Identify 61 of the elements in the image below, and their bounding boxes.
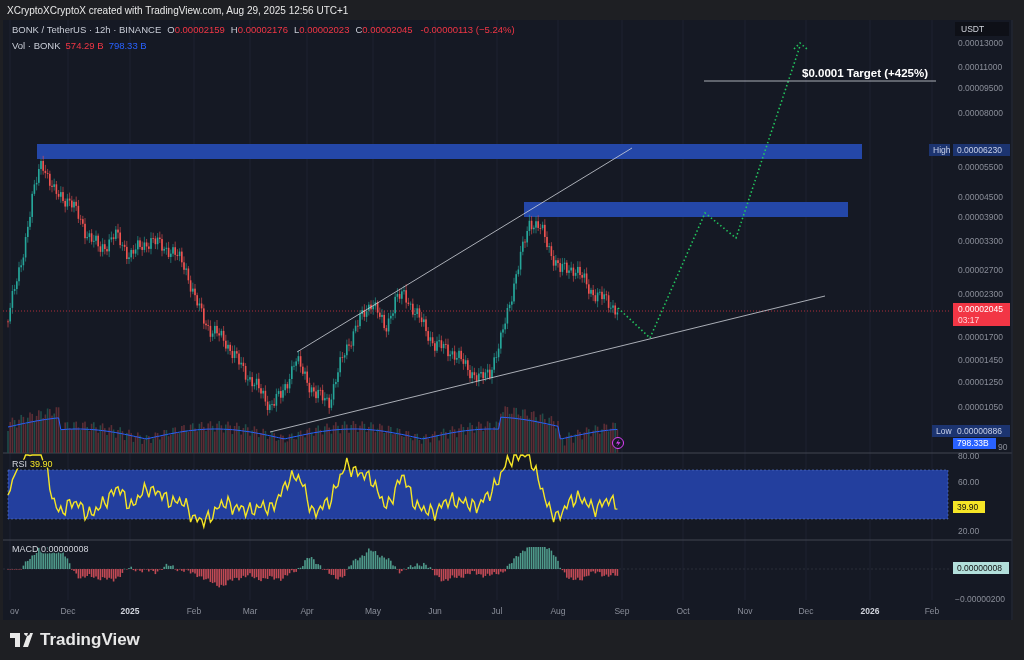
time-axis-label: 2026 bbox=[860, 606, 880, 616]
brand-name: TradingView bbox=[40, 629, 140, 652]
price-label: 0.00001450 bbox=[958, 355, 1003, 366]
time-axis-label: May bbox=[364, 606, 382, 616]
time-axis-label: 2025 bbox=[120, 606, 140, 616]
time-axis-label: Jul bbox=[491, 606, 503, 616]
snapshot-caption: XCryptoXCryptoX created with TradingView.com, Aug 29, 2025 12:56 UTC+1 bbox=[7, 3, 349, 18]
time-axis-label: Aug bbox=[550, 606, 566, 616]
ohlc-reading: L0.00002023 bbox=[293, 23, 350, 37]
currency-label[interactable]: USDT bbox=[961, 24, 985, 34]
time-axis-label: Apr bbox=[300, 606, 314, 616]
price-change: -0.00000113 (−5.24%) bbox=[420, 23, 515, 37]
rsi-axis-label: 80.00 bbox=[958, 451, 980, 461]
volume-tag: 798.33B bbox=[953, 438, 996, 449]
time-axis-label: Jun bbox=[428, 606, 442, 616]
price-label: 0.00001700 bbox=[958, 332, 1003, 343]
price-label: 0.00008000 bbox=[958, 108, 1003, 119]
price-label: 0.00005500 bbox=[958, 162, 1003, 173]
price-label: 0.00009500 bbox=[958, 83, 1003, 94]
level-value: 0.00006230 bbox=[953, 144, 1010, 156]
price-label: 0.00001250 bbox=[958, 376, 1003, 387]
level-value: 0.00000886 bbox=[953, 425, 1010, 437]
target-label: $0.0001 Target (+425%) bbox=[802, 67, 929, 79]
macd-axis-label: −0.00000200 bbox=[955, 594, 1005, 604]
time-axis-label: Mar bbox=[242, 606, 258, 616]
level-tag: Low bbox=[932, 425, 953, 437]
symbol-title: BONK / TetherUS · 12h · BINANCE bbox=[12, 23, 162, 37]
tradingview-logo-icon bbox=[10, 633, 34, 647]
macd-label: MACD bbox=[12, 544, 39, 554]
rsi-tag: 39.90 bbox=[953, 501, 985, 513]
time-axis-label: ov bbox=[10, 606, 19, 616]
rsi-axis-label: 60.00 bbox=[958, 477, 980, 487]
lightning-icon[interactable] bbox=[612, 437, 624, 449]
time-axis-label: Feb bbox=[924, 606, 940, 616]
price-label: 0.00002700 bbox=[958, 265, 1003, 276]
bar-countdown: 03:17 bbox=[958, 315, 980, 325]
time-axis-label: Nov bbox=[737, 606, 753, 616]
time-axis-label: Dec bbox=[798, 606, 814, 616]
price-label: 0.00001050 bbox=[958, 402, 1003, 413]
price-label: 0.00003900 bbox=[958, 212, 1003, 223]
rsi-axis-label: 20.00 bbox=[958, 526, 980, 536]
macd-tag: 0.00000008 bbox=[953, 562, 1009, 574]
time-axis-label: Sep bbox=[614, 606, 630, 616]
level-tag: High bbox=[929, 144, 951, 156]
price-label: 0.00003300 bbox=[958, 236, 1003, 247]
ohlc-reading: O0.00002159 bbox=[167, 23, 225, 37]
volume-value: 798.33 B bbox=[108, 39, 147, 54]
price-label: 0.00004500 bbox=[958, 191, 1003, 202]
time-axis-label: Feb bbox=[186, 606, 202, 616]
price-label: 90 bbox=[998, 442, 1008, 452]
time-axis-label: Oct bbox=[676, 606, 690, 616]
volume-value: 574.29 B bbox=[65, 39, 104, 54]
last-price-badge bbox=[953, 303, 1010, 326]
last-price-value: 0.00002045 bbox=[958, 304, 1003, 314]
price-label: 0.00011000 bbox=[958, 62, 1003, 73]
price-label: 0.00013000 bbox=[958, 38, 1003, 48]
volume-label: Vol · BONK bbox=[12, 39, 61, 54]
time-axis-label: Dec bbox=[60, 606, 76, 616]
ohlc-reading: C0.00002045 bbox=[355, 23, 413, 37]
ohlc-reading: H0.00002176 bbox=[230, 23, 288, 37]
price-label: 0.00002300 bbox=[958, 288, 1003, 299]
